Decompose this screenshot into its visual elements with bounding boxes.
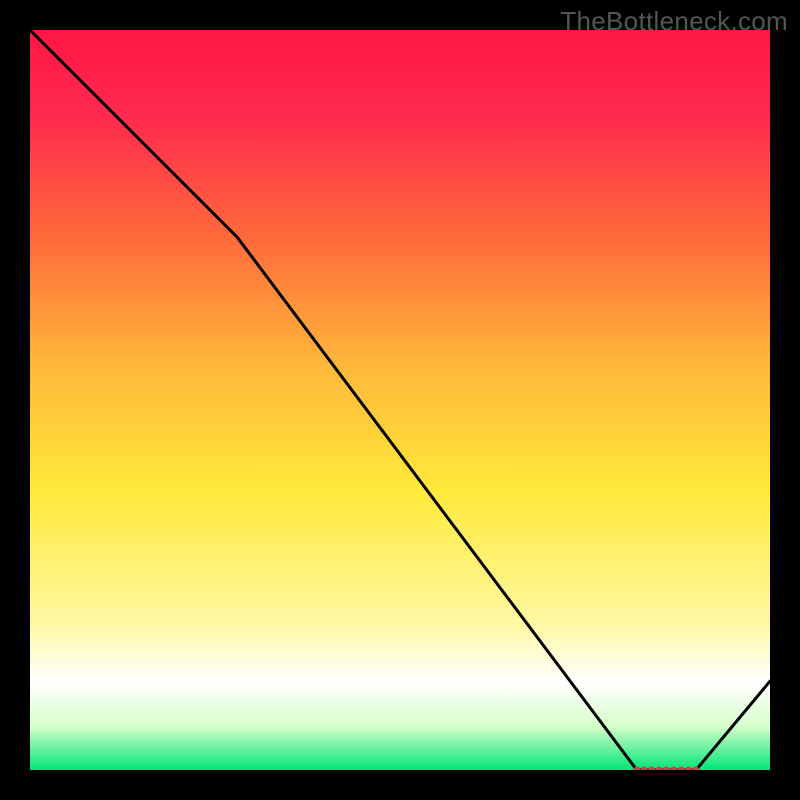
watermark-text: TheBottleneck.com	[560, 6, 788, 37]
plot-area	[30, 30, 770, 770]
chart-svg	[30, 30, 770, 770]
chart-container: TheBottleneck.com	[0, 0, 800, 800]
marker-layer	[633, 767, 699, 771]
